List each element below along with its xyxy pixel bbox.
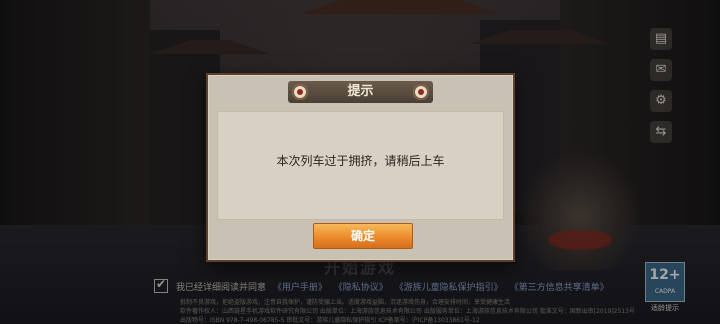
alert-dialog: 提示 本次列车过于拥挤，请稍后上车 确定 bbox=[206, 73, 515, 262]
dialog-title: 提示 bbox=[347, 84, 374, 99]
dialog-message: 本次列车过于拥挤，请稍后上车 bbox=[276, 154, 445, 168]
ornament-icon bbox=[413, 84, 429, 100]
confirm-button[interactable]: 确定 bbox=[313, 223, 413, 249]
dialog-title-bar: 提示 bbox=[288, 81, 433, 103]
